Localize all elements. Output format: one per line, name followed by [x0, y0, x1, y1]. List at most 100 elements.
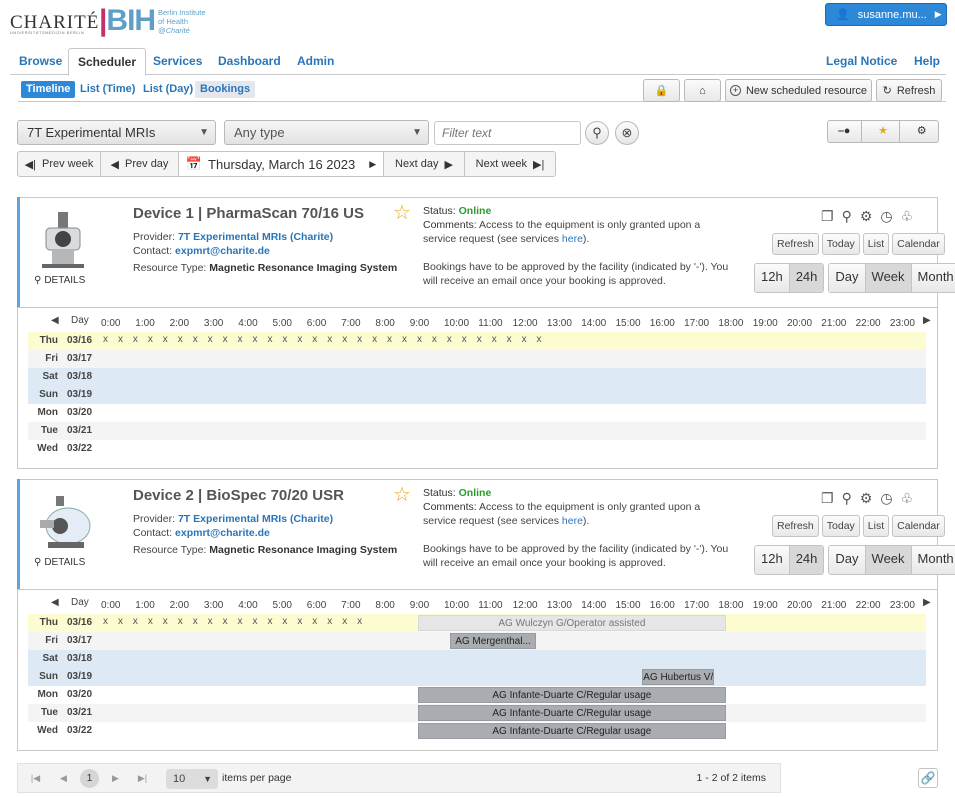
- copy-icon[interactable]: ❐: [821, 208, 834, 225]
- subtab-timeline[interactable]: Timeline: [21, 81, 76, 98]
- hour-label: 2:00: [169, 318, 190, 329]
- card-refresh-button[interactable]: Refresh: [772, 233, 819, 255]
- card-today-button[interactable]: Today: [821, 515, 860, 537]
- favorite-star-icon[interactable]: ☆: [393, 485, 411, 505]
- timeline-row[interactable]: Sun 03/19: [28, 668, 926, 686]
- month-view-button[interactable]: Month: [911, 264, 955, 292]
- favorite-filter-button[interactable]: ★: [867, 121, 901, 142]
- tab-services[interactable]: Services: [144, 48, 211, 75]
- type-select[interactable]: Any type ▼: [224, 120, 429, 145]
- provider-link[interactable]: 7T Experimental MRIs (Charite): [178, 513, 333, 525]
- card-divider: [18, 589, 937, 590]
- tab-dashboard[interactable]: Dashboard: [209, 48, 290, 75]
- refresh-icon: ↻: [882, 85, 892, 97]
- tab-admin[interactable]: Admin: [288, 48, 343, 75]
- card-list-button[interactable]: List: [862, 233, 890, 255]
- tab-scheduler[interactable]: Scheduler: [68, 48, 147, 76]
- search-icon[interactable]: ⚲: [842, 490, 852, 507]
- copy-icon[interactable]: ❐: [821, 490, 834, 507]
- booking-block[interactable]: AG Infante-Duarte C/Regular usage: [417, 705, 727, 721]
- timeline-row[interactable]: Thu 03/16 xxxxxxxxxxxxxxxxxxxxxxxxxxxxxx: [28, 332, 926, 350]
- timeline-prev-icon[interactable]: ◀: [51, 315, 59, 326]
- prev-day-button[interactable]: ◀ Prev day: [101, 152, 179, 176]
- day-view-button[interactable]: Day: [829, 546, 866, 574]
- bell-icon[interactable]: ♧: [901, 208, 914, 225]
- day-view-button[interactable]: Day: [829, 264, 866, 292]
- 24h-button[interactable]: 24h: [789, 264, 824, 292]
- timeline-row[interactable]: Mon 03/20: [28, 404, 926, 422]
- details-link[interactable]: ⚲ DETAILS: [34, 557, 85, 568]
- refresh-button[interactable]: ↻ Refresh: [876, 79, 942, 102]
- timeline-row[interactable]: Tue 03/21: [28, 422, 926, 440]
- timeline-row[interactable]: Wed 03/22: [28, 440, 926, 458]
- subtab-list-day[interactable]: List (Day): [138, 81, 198, 98]
- card-today-button[interactable]: Today: [821, 233, 860, 255]
- prev-week-button[interactable]: ◀| Prev week: [18, 152, 101, 176]
- week-view-button[interactable]: Week: [865, 546, 912, 574]
- approval-text: Bookings have to be approved by the faci…: [423, 543, 729, 569]
- resource-group-select[interactable]: 7T Experimental MRIs ▼: [17, 120, 216, 145]
- card-refresh-button[interactable]: Refresh: [772, 515, 819, 537]
- tab-browse[interactable]: Browse: [10, 48, 71, 75]
- next-day-button[interactable]: Next day ▶: [384, 152, 465, 176]
- filter-text-input[interactable]: [434, 121, 581, 145]
- date-picker[interactable]: 📅 Thursday, March 16 2023 ▶: [179, 152, 384, 176]
- first-page-button[interactable]: |◀: [26, 769, 45, 788]
- services-here-link[interactable]: here: [562, 233, 583, 245]
- card-icons: ❐ ⚲ ⚙ ◷ ♧: [821, 490, 913, 507]
- search-icon[interactable]: ⚲: [842, 208, 852, 225]
- favorite-star-icon[interactable]: ☆: [393, 203, 411, 223]
- clock-icon[interactable]: ◷: [880, 208, 892, 225]
- key-button[interactable]: ⎯●: [828, 121, 862, 142]
- settings-button[interactable]: ⚙: [905, 121, 938, 142]
- subtab-list-time[interactable]: List (Time): [75, 81, 140, 98]
- 12h-button[interactable]: 12h: [755, 546, 790, 574]
- subtab-bookings[interactable]: Bookings: [195, 81, 256, 98]
- timeline-row[interactable]: Sat 03/18: [28, 368, 926, 386]
- month-view-button[interactable]: Month: [911, 546, 955, 574]
- booking-block[interactable]: AG Infante-Duarte C/Regular usage: [417, 723, 727, 739]
- booking-block[interactable]: AG Mergenthal...: [450, 633, 536, 649]
- gear-icon[interactable]: ⚙: [860, 208, 873, 225]
- legal-notice-link[interactable]: Legal Notice: [817, 48, 906, 75]
- details-link[interactable]: ⚲ DETAILS: [34, 275, 85, 286]
- timeline-next-icon[interactable]: ▶: [923, 315, 931, 326]
- booking-block[interactable]: AG Infante-Duarte C/Regular usage: [417, 687, 727, 703]
- provider-link[interactable]: 7T Experimental MRIs (Charite): [178, 231, 333, 243]
- 12h-button[interactable]: 12h: [755, 264, 790, 292]
- timeline-row[interactable]: Sat 03/18: [28, 650, 926, 668]
- items-per-page-select[interactable]: 10 ▼: [166, 769, 218, 789]
- booking-block[interactable]: AG Hubertus V/Reg...: [642, 669, 715, 685]
- clear-filter-button[interactable]: ⊗: [615, 121, 639, 145]
- timeline-row[interactable]: Sun 03/19: [28, 386, 926, 404]
- contact-email-link[interactable]: expmrt@charite.de: [175, 245, 270, 257]
- lock-button[interactable]: 🔒: [643, 79, 680, 102]
- next-week-button[interactable]: Next week ▶|: [465, 152, 555, 176]
- home-button[interactable]: ⌂: [684, 79, 721, 102]
- date-navigation: ◀| Prev week ◀ Prev day 📅 Thursday, March 1…: [17, 151, 556, 177]
- bell-icon[interactable]: ♧: [901, 490, 914, 507]
- new-scheduled-resource-button[interactable]: + New scheduled resource: [725, 79, 872, 102]
- clock-icon[interactable]: ◷: [880, 490, 892, 507]
- user-menu-button[interactable]: 👤 susanne.mu... ▶: [825, 3, 947, 26]
- timeline-row[interactable]: Fri 03/17: [28, 350, 926, 368]
- timeline-next-icon[interactable]: ▶: [923, 597, 931, 608]
- week-view-button[interactable]: Week: [865, 264, 912, 292]
- next-page-button[interactable]: ▶: [106, 769, 125, 788]
- 24h-button[interactable]: 24h: [789, 546, 824, 574]
- link-icon[interactable]: 🔗: [918, 768, 938, 788]
- prev-page-button[interactable]: ◀: [54, 769, 73, 788]
- booking-block[interactable]: AG Wulczyn G/Operator assisted: [417, 615, 727, 631]
- card-list-button[interactable]: List: [862, 515, 890, 537]
- current-page[interactable]: 1: [80, 769, 99, 788]
- search-button[interactable]: ⚲: [585, 121, 609, 145]
- gear-icon[interactable]: ⚙: [860, 490, 873, 507]
- contact-line: Contact: expmrt@charite.de: [133, 527, 270, 539]
- card-calendar-button[interactable]: Calendar: [892, 233, 945, 255]
- card-calendar-button[interactable]: Calendar: [892, 515, 945, 537]
- last-page-button[interactable]: ▶|: [133, 769, 152, 788]
- services-here-link[interactable]: here: [562, 515, 583, 527]
- contact-email-link[interactable]: expmrt@charite.de: [175, 527, 270, 539]
- timeline-prev-icon[interactable]: ◀: [51, 597, 59, 608]
- help-link[interactable]: Help: [905, 48, 949, 75]
